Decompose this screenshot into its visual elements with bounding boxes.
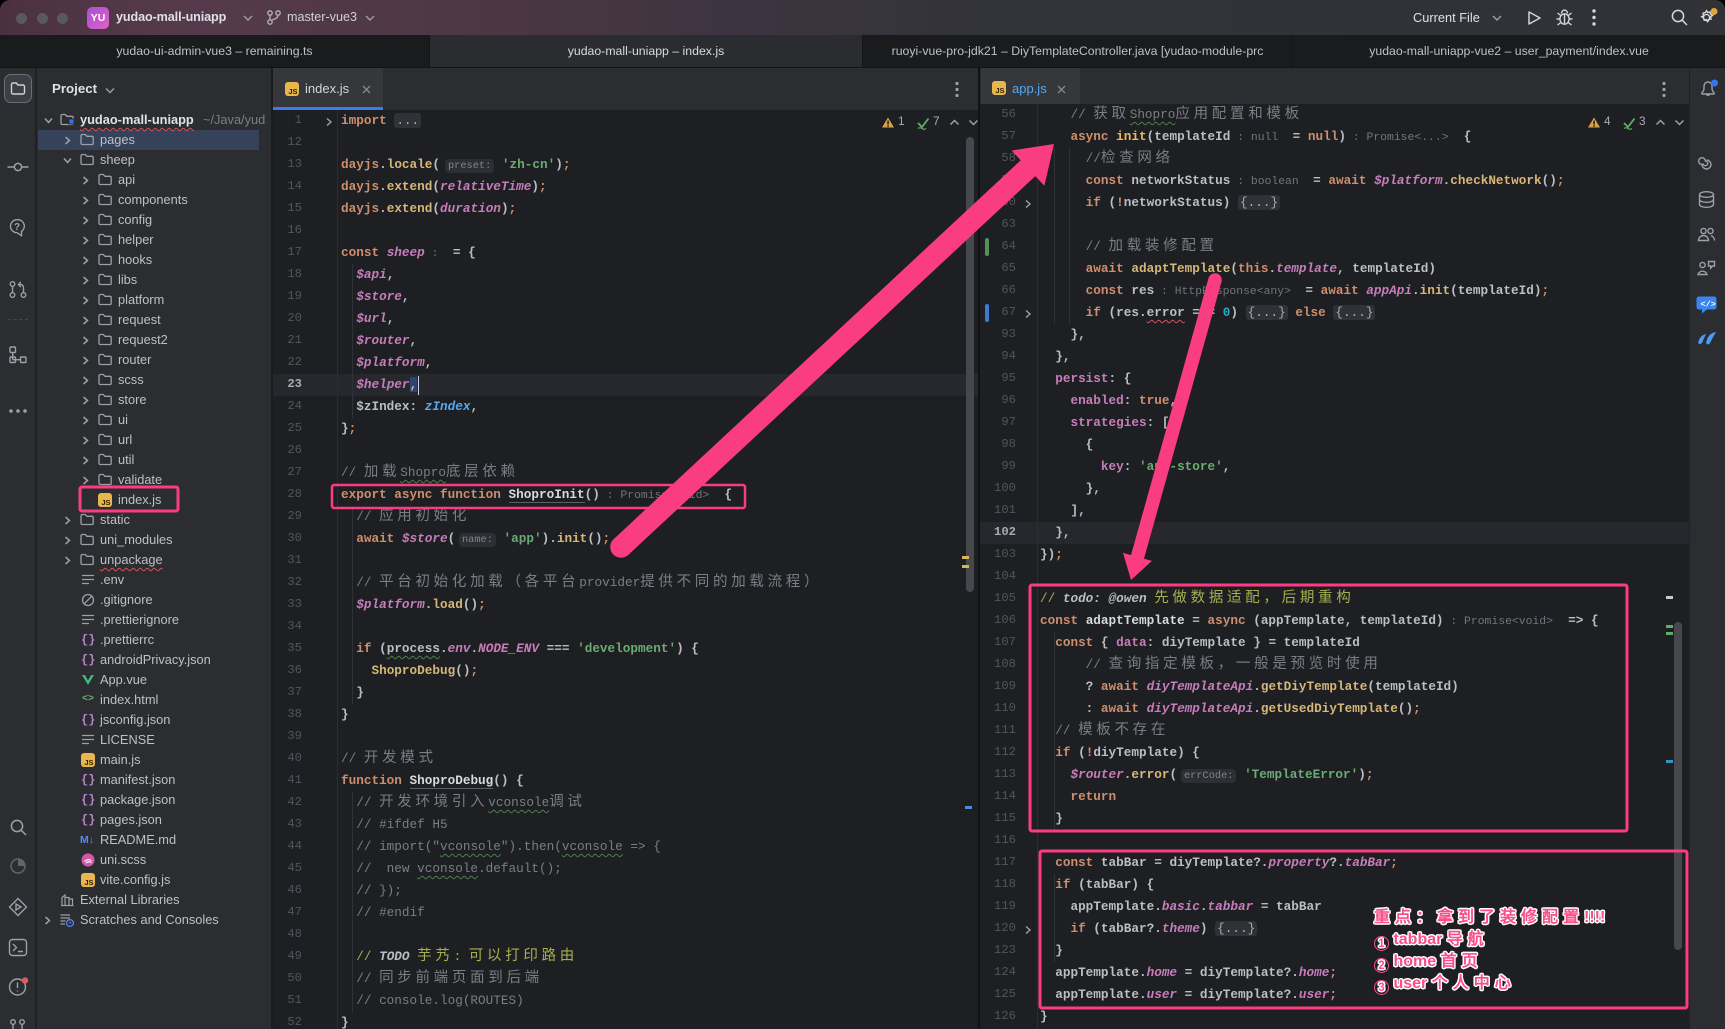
svg-text:?: ? [14,222,20,233]
svg-text:</>: </> [1701,300,1716,310]
